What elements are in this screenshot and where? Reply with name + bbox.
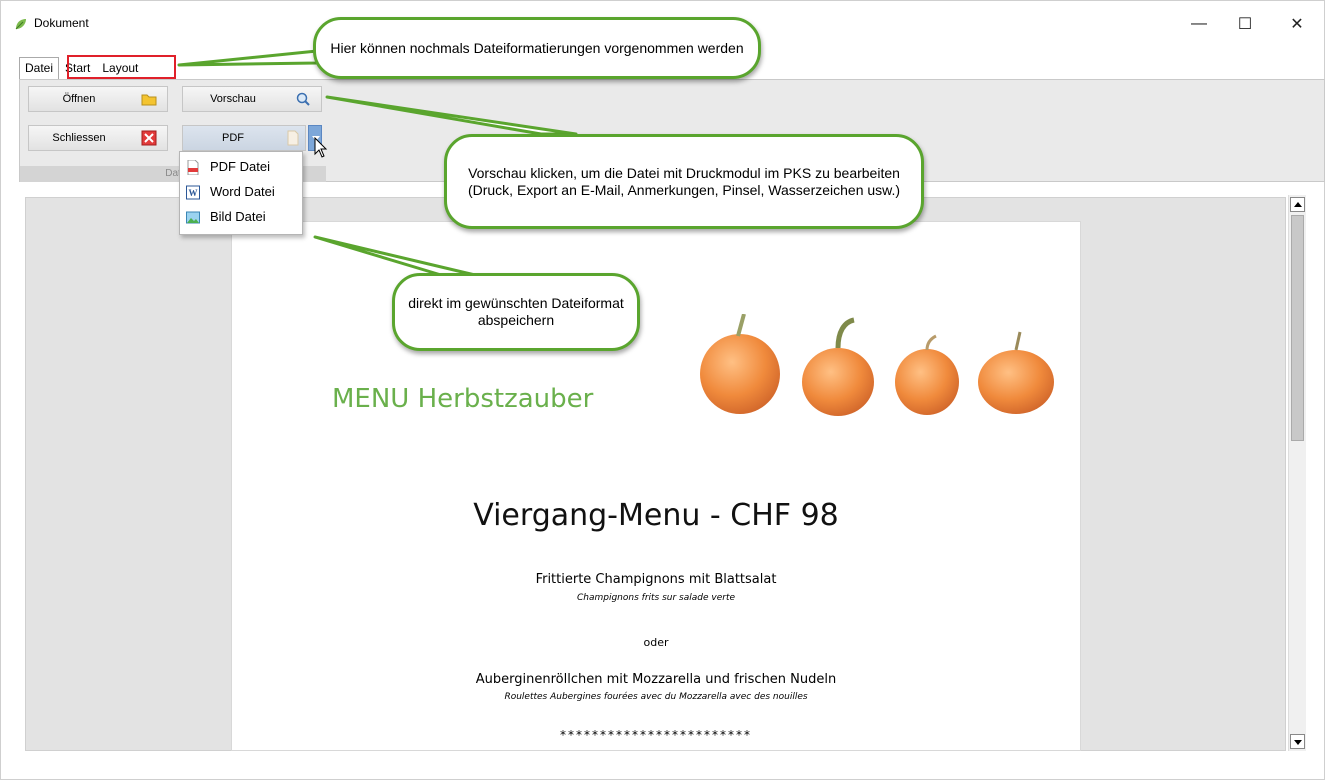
dish-1-title: Frittierte Champignons mit Blattsalat	[535, 572, 777, 587]
svg-text:W: W	[189, 188, 198, 198]
callout-tabs-note: Hier können nochmals Dateiformatierungen…	[313, 17, 761, 79]
vertical-scrollbar[interactable]	[1288, 195, 1306, 751]
menu-item-label: Word Datei	[210, 184, 275, 199]
callout-preview-note: Vorschau klicken, um die Datei mit Druck…	[444, 134, 924, 229]
minimize-button[interactable]: —	[1176, 9, 1222, 39]
pumpkins-image	[700, 314, 1054, 416]
close-red-icon	[141, 130, 157, 146]
word-file-icon: W	[186, 185, 200, 200]
dish-2-title: Auberginenröllchen mit Mozzarella und fr…	[475, 672, 837, 687]
close-window-button[interactable]: ✕	[1274, 9, 1320, 39]
window-title: Dokument	[34, 16, 89, 30]
open-button[interactable]: Öffnen	[28, 86, 168, 112]
pdf-doc-icon	[287, 130, 299, 146]
or-label: oder	[643, 636, 669, 649]
app-window: Dokument — ☐ ✕ Datei Start Layout Öffnen…	[0, 0, 1325, 780]
dish-1-french: Champignons frits sur salade verte	[576, 593, 736, 603]
image-file-icon	[186, 211, 200, 224]
callout-save-note: direkt im gewünschten Dateiformat abspei…	[392, 273, 640, 351]
course-heading: Viergang-Menu - CHF 98	[473, 498, 839, 533]
maximize-button[interactable]: ☐	[1222, 9, 1268, 39]
menu-item-word-datei[interactable]: W Word Datei	[180, 181, 302, 206]
open-button-label: Öffnen	[62, 93, 96, 105]
scroll-down-arrow[interactable]	[1290, 734, 1305, 749]
scroll-up-arrow[interactable]	[1290, 197, 1305, 212]
document-page: MENU Herbstzauber Viergang-Menu - CHF 98…	[231, 221, 1081, 751]
close-doc-button[interactable]: Schliessen	[28, 125, 168, 151]
dish-2-french: Roulettes Aubergines fourées avec du Moz…	[504, 692, 808, 702]
scroll-thumb[interactable]	[1291, 215, 1304, 441]
pdf-button-label: PDF	[222, 132, 244, 144]
close-doc-button-label: Schliessen	[52, 132, 106, 144]
pdf-file-icon	[187, 160, 199, 175]
pdf-dropdown-menu: PDF Datei W Word Datei Bild Datei	[179, 151, 303, 235]
menu-item-pdf-datei[interactable]: PDF Datei	[180, 156, 302, 181]
magnifier-icon	[296, 92, 310, 106]
tabs-highlight-box	[67, 55, 176, 79]
app-leaf-icon	[15, 19, 26, 30]
tab-datei[interactable]: Datei	[19, 57, 60, 79]
menu-item-label: Bild Datei	[210, 209, 266, 224]
menu-item-bild-datei[interactable]: Bild Datei	[180, 206, 302, 231]
preview-button[interactable]: Vorschau	[182, 86, 322, 112]
separator-stars: ************************	[560, 728, 752, 742]
preview-button-label: Vorschau	[210, 93, 256, 105]
folder-icon	[141, 94, 157, 106]
pdf-export-button[interactable]: PDF	[182, 125, 306, 151]
menu-title: MENU Herbstzauber	[332, 384, 594, 414]
menu-item-label: PDF Datei	[210, 159, 270, 174]
mouse-cursor-icon	[314, 137, 328, 158]
